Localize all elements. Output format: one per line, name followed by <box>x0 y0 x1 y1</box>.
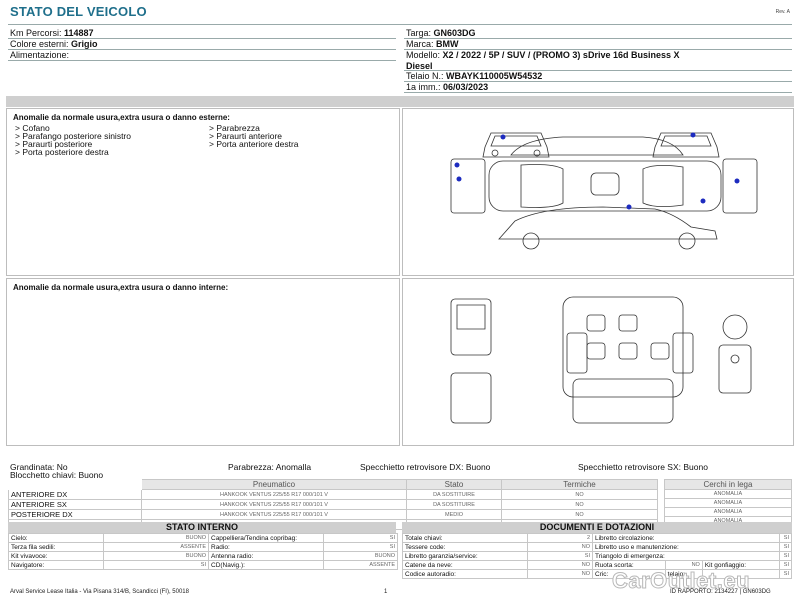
car-interior-diagram <box>450 296 752 424</box>
column-header: Termiche <box>501 479 658 490</box>
divider <box>404 92 792 93</box>
table-row: Libretto garanzia/service: SI Triangolo d… <box>402 551 793 561</box>
divider <box>8 24 792 25</box>
table-row: Terza fila sedili: ASSENTE Radio: SI <box>8 542 398 552</box>
external-car-diagram-panel <box>402 108 794 276</box>
model-row: Modello: X2 / 2022 / 5P / SUV / (PROMO 3… <box>406 50 680 60</box>
internal-car-diagram-panel <box>402 278 794 446</box>
column-header: Stato <box>406 479 502 490</box>
vin-value: WBAYK110005W54532 <box>446 71 543 81</box>
footer-page-number: 1 <box>384 589 388 595</box>
table-row: Totale chiavi: 2 Libretto circolazione: SI <box>402 533 793 543</box>
table-row: ANOMALIA <box>664 507 792 517</box>
damage-dot-icon <box>734 178 740 184</box>
external-damage-list-2: > Parabrezza > Paraurti anteriore > Port… <box>209 124 299 149</box>
watermark-logo: CarOutlet.eu <box>611 568 751 594</box>
divider <box>8 60 396 61</box>
internal-damage-panel: Anomalie da normale usura,extra usura o … <box>6 278 400 446</box>
table-row: ANTERIORE SX HANKOOK VENTUS 225/55 R17 0… <box>8 499 658 510</box>
section-bar <box>6 96 794 107</box>
rims-table: Cerchi in lega ANOMALIA ANOMALIA ANOMALI… <box>664 479 792 526</box>
plate-value: GN603DG <box>433 28 476 38</box>
table-row: ANTERIORE DX HANKOOK VENTUS 225/55 R17 0… <box>8 489 658 500</box>
mirror-dx-status: Specchietto retrovisore DX: Buono <box>360 462 491 472</box>
internal-state-title: STATO INTERNO <box>8 522 396 533</box>
table-row: Cielo: BUONO Cappelliera/Tendina copribag… <box>8 533 398 543</box>
external-damage-title: Anomalie da normale usura,extra usura o … <box>13 113 230 122</box>
damage-dot-icon <box>700 198 706 204</box>
plate-row: Targa: GN603DG <box>406 28 476 38</box>
table-row: Tessere code: NO Libretto uso e manutenzi… <box>402 542 793 552</box>
internal-damage-title: Anomalie da normale usura,extra usura o … <box>13 283 229 292</box>
revision-label: Rev. A <box>775 9 790 15</box>
table-row: ANOMALIA <box>664 489 792 499</box>
damage-item: > Porta posteriore destra <box>15 147 109 157</box>
table-row: ANOMALIA <box>664 498 792 508</box>
km-value: 114887 <box>64 28 94 38</box>
footer-address: Arval Service Lease Italia - Via Pisana … <box>10 589 189 595</box>
table-header: Pneumatico Stato Termiche <box>8 479 658 490</box>
brand-row: Marca: BMW <box>406 39 459 49</box>
external-damage-list-1: > Cofano > Parafango posteriore sinistro… <box>15 124 131 157</box>
external-damage-panel: Anomalie da normale usura,extra usura o … <box>6 108 400 276</box>
car-exterior-diagram <box>450 132 758 250</box>
mirror-sx-status: Specchietto retrovisore SX: Buono <box>578 462 708 472</box>
damage-markers <box>454 132 740 210</box>
vin-row: Telaio N.: WBAYK110005W54532 <box>406 71 543 81</box>
divider <box>404 38 792 39</box>
damage-dot-icon <box>454 162 460 168</box>
fuel-row: Alimentazione: <box>10 50 70 60</box>
model-value: X2 / 2022 / 5P / SUV / (PROMO 3) sDrive … <box>442 50 680 60</box>
column-header: Pneumatico <box>141 479 407 490</box>
brand-value: BMW <box>436 39 459 49</box>
damage-dot-icon <box>456 176 462 182</box>
color-value: Grigio <box>71 39 98 49</box>
windshield-status: Parabrezza: Anomalla <box>228 462 312 472</box>
registration-value: 06/03/2023 <box>443 82 489 92</box>
damage-dot-icon <box>626 204 632 210</box>
damage-dot-icon <box>500 134 506 140</box>
table-row: Kit vivavoce: BUONO Antenna radio: BUONO <box>8 551 398 561</box>
color-row: Colore esterni: Grigio <box>10 39 98 49</box>
table-row: Navigatore: SI CD(Navig.): ASSENTE <box>8 560 398 570</box>
page-title: STATO DEL VEICOLO <box>10 4 147 19</box>
internal-state-table: Cielo: BUONO Cappelliera/Tendina copribag… <box>8 533 398 570</box>
registration-row: 1a imm.: 06/03/2023 <box>406 82 489 92</box>
km-row: Km Percorsi: 114887 <box>10 28 94 38</box>
table-row: POSTERIORE DX HANKOOK VENTUS 225/55 R17 … <box>8 509 658 520</box>
documents-title: DOCUMENTI E DOTAZIONI <box>402 522 792 533</box>
column-header: Cerchi in lega <box>664 479 792 490</box>
damage-dot-icon <box>690 132 696 138</box>
damage-item: > Porta anteriore destra <box>209 139 299 149</box>
